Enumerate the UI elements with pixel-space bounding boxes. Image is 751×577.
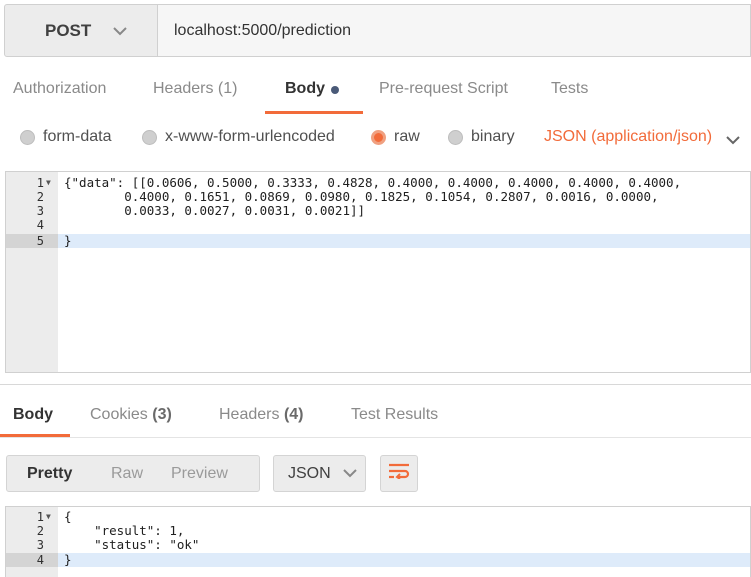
radio-binary[interactable]: binary [448, 128, 515, 146]
tab-label: Pre-request Script [379, 80, 508, 97]
wrap-lines-icon [388, 463, 410, 484]
tab-label: Authorization [13, 80, 107, 97]
radio-selected-icon [371, 129, 386, 145]
tab-response-headers[interactable]: Headers (4) [219, 396, 304, 436]
tab-label: Headers [219, 406, 280, 423]
fold-arrow-icon[interactable]: ▼ [46, 510, 51, 524]
radio-label: raw [394, 128, 420, 145]
radio-label: x-www-form-urlencoded [165, 128, 335, 145]
response-tabs: Body Cookies (3) Headers (4) Test Result… [0, 396, 751, 436]
unsaved-dot-icon [331, 86, 339, 94]
tab-label: Body [13, 406, 53, 423]
code-text: "result": 1, [64, 523, 185, 538]
chevron-down-icon [342, 465, 357, 483]
raw-button[interactable]: Raw [97, 456, 161, 491]
tab-headers[interactable]: Headers (1) [153, 70, 237, 110]
code-line: 3 0.0033, 0.0027, 0.0031, 0.0021]] [6, 203, 750, 219]
code-line: 3 "status": "ok" [6, 537, 750, 553]
code-line-active: 4 } [6, 553, 750, 567]
active-tab-indicator [0, 434, 70, 437]
code-text: } [64, 552, 72, 567]
line-number: 1 [36, 510, 44, 524]
active-tab-indicator [265, 111, 363, 114]
line-number: 2 [36, 524, 44, 538]
code-text: { [64, 509, 72, 524]
code-line-active: 5 } [6, 234, 750, 248]
chevron-down-icon [113, 21, 128, 41]
tab-tests[interactable]: Tests [551, 70, 588, 110]
radio-icon [20, 129, 35, 145]
code-text: {"data": [[0.0606, 0.5000, 0.3333, 0.482… [64, 175, 682, 190]
body-type-selector: form-data x-www-form-urlencoded raw bina… [0, 124, 751, 154]
tab-count: (3) [152, 406, 172, 423]
method-dropdown[interactable]: POST [4, 4, 158, 57]
tab-response-body[interactable]: Body [13, 396, 53, 436]
response-body-viewer[interactable]: 1 ▼ { 2 "result": 1, 3 "status": "ok" 4 … [5, 506, 751, 577]
tab-pre-request-script[interactable]: Pre-request Script [379, 70, 508, 110]
radio-label: form-data [43, 128, 112, 145]
chevron-down-icon[interactable] [726, 132, 740, 150]
code-line: 4 [6, 218, 750, 232]
line-number: 2 [36, 190, 44, 204]
code-line: 2 0.4000, 0.1651, 0.0869, 0.0980, 0.1825… [6, 189, 750, 205]
url-value: localhost:5000/prediction [174, 21, 352, 39]
tab-label: Test Results [351, 406, 439, 423]
divider [0, 437, 751, 438]
code-line: 2 "result": 1, [6, 523, 750, 539]
url-input[interactable]: localhost:5000/prediction [158, 4, 751, 57]
request-tabs: Authorization Headers (1) Body Pre-reque… [0, 70, 751, 110]
line-number: 1 [36, 176, 44, 190]
content-type-dropdown[interactable]: JSON (application/json) [544, 128, 712, 146]
fold-arrow-icon[interactable]: ▼ [46, 176, 51, 190]
line-number: 4 [36, 218, 44, 232]
format-label: JSON [288, 464, 331, 482]
radio-label: binary [471, 128, 515, 145]
line-number: 4 [6, 553, 58, 567]
code-line: 1 ▼ {"data": [[0.0606, 0.5000, 0.3333, 0… [6, 175, 750, 191]
line-number: 3 [36, 204, 44, 218]
line-number: 3 [36, 538, 44, 552]
tab-label: Headers (1) [153, 80, 238, 97]
tab-label: Tests [551, 80, 589, 97]
radio-raw[interactable]: raw [371, 128, 420, 146]
tab-test-results[interactable]: Test Results [351, 396, 438, 436]
divider [0, 384, 751, 385]
radio-icon [448, 129, 463, 145]
tab-label: Body [285, 80, 325, 97]
tab-body[interactable]: Body [285, 70, 339, 110]
code-text: 0.0033, 0.0027, 0.0031, 0.0021]] [64, 203, 366, 218]
code-line: 1 ▼ { [6, 509, 750, 525]
view-mode-selector: Pretty Raw Preview [6, 455, 260, 492]
code-text: } [64, 233, 72, 248]
tab-cookies[interactable]: Cookies (3) [90, 396, 172, 436]
request-body-editor[interactable]: 1 ▼ {"data": [[0.0606, 0.5000, 0.3333, 0… [5, 171, 751, 373]
code-text: 0.4000, 0.1651, 0.0869, 0.0980, 0.1825, … [64, 189, 659, 204]
tab-authorization[interactable]: Authorization [13, 70, 106, 110]
request-bar: POST localhost:5000/prediction [4, 4, 751, 57]
radio-icon [142, 129, 157, 145]
format-dropdown[interactable]: JSON [273, 455, 366, 492]
pretty-button[interactable]: Pretty [7, 456, 97, 491]
preview-button[interactable]: Preview [161, 456, 259, 491]
code-text: "status": "ok" [64, 537, 200, 552]
wrap-lines-button[interactable] [380, 455, 418, 492]
radio-form-data[interactable]: form-data [20, 128, 111, 146]
radio-x-www-form-urlencoded[interactable]: x-www-form-urlencoded [142, 128, 335, 146]
tab-count: (4) [283, 406, 304, 423]
tab-label: Cookies [90, 406, 148, 423]
method-label: POST [45, 20, 92, 40]
line-number: 5 [6, 234, 58, 248]
